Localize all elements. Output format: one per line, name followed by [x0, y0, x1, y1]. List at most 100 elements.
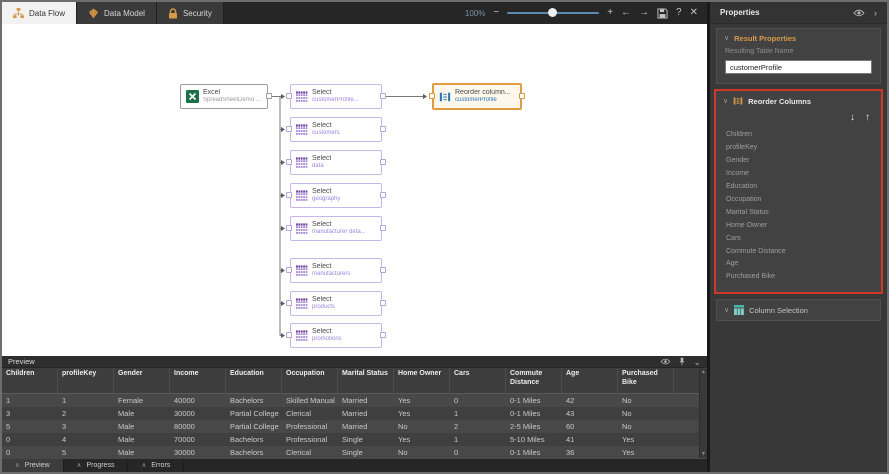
- column-list-item[interactable]: Marital Status: [716, 207, 881, 220]
- node-select-promotions[interactable]: Selectpromotions: [290, 323, 382, 348]
- select-grid-icon: [296, 223, 308, 235]
- output-port[interactable]: [380, 126, 386, 132]
- move-up-button[interactable]: ↑: [865, 112, 870, 123]
- output-port[interactable]: [519, 93, 525, 99]
- column-list-item[interactable]: Cars: [716, 233, 881, 246]
- output-port[interactable]: [380, 300, 386, 306]
- column-list-item[interactable]: Occupation: [716, 194, 881, 207]
- collapse-panel-icon[interactable]: ›: [874, 8, 877, 18]
- node-subtitle: data: [312, 163, 331, 170]
- input-port[interactable]: [429, 93, 435, 99]
- bottom-tab-preview[interactable]: ∧Preview: [2, 458, 64, 472]
- table-cell: Professional: [282, 433, 338, 446]
- table-scrollbar[interactable]: ▲ ▼: [699, 369, 707, 458]
- bottom-tab-progress[interactable]: ∧Progress: [64, 458, 129, 472]
- output-port[interactable]: [380, 332, 386, 338]
- table-header-cell[interactable]: Education: [226, 368, 282, 394]
- node-select-customerprofile[interactable]: SelectcustomerProfile...: [290, 84, 382, 109]
- table-header-cell[interactable]: Purchased Bike: [618, 368, 674, 394]
- column-list-item[interactable]: Age: [716, 258, 881, 271]
- node-select-products[interactable]: Selectproducts: [290, 291, 382, 316]
- table-header-cell[interactable]: Age: [562, 368, 618, 394]
- output-port[interactable]: [380, 267, 386, 273]
- input-port[interactable]: [286, 192, 292, 198]
- input-port[interactable]: [286, 332, 292, 338]
- tab-label: Security: [183, 9, 212, 18]
- save-icon[interactable]: [657, 8, 668, 19]
- node-select-geography[interactable]: Selectgeography: [290, 183, 382, 208]
- chevron-down-icon[interactable]: ∨: [724, 35, 729, 42]
- table-header-cell[interactable]: Children: [2, 368, 58, 394]
- input-port[interactable]: [286, 300, 292, 306]
- node-select-manufacturers[interactable]: Selectmanufacturers: [290, 258, 382, 283]
- column-list-item[interactable]: profileKey: [716, 142, 881, 155]
- table-header-cell[interactable]: Occupation: [282, 368, 338, 394]
- output-port[interactable]: [266, 93, 272, 99]
- scroll-up-icon[interactable]: ▲: [701, 370, 706, 375]
- chevron-up-icon: ∧: [141, 461, 146, 469]
- node-reorder-columns-node[interactable]: Reorder column...customerProfile: [432, 83, 522, 110]
- eye-icon[interactable]: [853, 9, 865, 17]
- table-row[interactable]: 04Male70000BachelorsProfessionalSingleYe…: [2, 433, 707, 446]
- chevron-down-icon[interactable]: ∨: [724, 307, 729, 314]
- column-list-item[interactable]: Children: [716, 129, 881, 142]
- output-port[interactable]: [380, 159, 386, 165]
- scroll-down-icon[interactable]: ▼: [701, 452, 706, 457]
- column-list-item[interactable]: Purchased Bike: [716, 271, 881, 284]
- table-row[interactable]: 11Female40000BachelorsSkilled ManualMarr…: [2, 394, 707, 407]
- resulting-table-name-input[interactable]: [725, 60, 872, 74]
- tab-data-model[interactable]: Data Model: [77, 2, 157, 24]
- column-selection-header[interactable]: ∨ Column Selection: [717, 300, 880, 320]
- input-port[interactable]: [286, 93, 292, 99]
- table-header-cell[interactable]: Gender: [114, 368, 170, 394]
- column-list-item[interactable]: Gender: [716, 155, 881, 168]
- select-grid-icon: [296, 298, 308, 310]
- preview-panel: Preview ⌄ ChildrenprofileKeyGenderIncome…: [2, 356, 707, 458]
- column-list-item[interactable]: Education: [716, 181, 881, 194]
- table-header-cell[interactable]: Income: [170, 368, 226, 394]
- tab-security[interactable]: Security: [157, 2, 224, 24]
- reorder-columns-header[interactable]: ∨ Reorder Columns: [716, 91, 881, 111]
- help-button[interactable]: ?: [676, 8, 682, 18]
- node-excel[interactable]: ExcelSpreadSheetDemo I...: [180, 84, 268, 109]
- output-port[interactable]: [380, 93, 386, 99]
- table-header-cell[interactable]: Marital Status: [338, 368, 394, 394]
- output-port[interactable]: [380, 192, 386, 198]
- eye-icon[interactable]: [660, 358, 671, 365]
- column-list-item[interactable]: Income: [716, 168, 881, 181]
- input-port[interactable]: [286, 159, 292, 165]
- input-port[interactable]: [286, 225, 292, 231]
- bottom-tab-errors[interactable]: ∧Errors: [128, 458, 184, 472]
- column-list-item[interactable]: Commute Distance: [716, 245, 881, 258]
- zoom-slider[interactable]: [507, 12, 599, 14]
- table-header-cell[interactable]: profileKey: [58, 368, 114, 394]
- table-header-cell[interactable]: Home Owner: [394, 368, 450, 394]
- pin-icon[interactable]: [678, 357, 686, 366]
- table-header-cell[interactable]: Commute Distance: [506, 368, 562, 394]
- navigate-back-button[interactable]: ←: [621, 8, 631, 18]
- output-port[interactable]: [380, 225, 386, 231]
- zoom-slider-handle[interactable]: [548, 8, 557, 17]
- table-header-cell[interactable]: Cars: [450, 368, 506, 394]
- node-select-manufacturer-details[interactable]: Selectmanufacturer deta...: [290, 216, 382, 241]
- input-port[interactable]: [286, 126, 292, 132]
- move-down-button[interactable]: ↓: [850, 112, 855, 123]
- navigate-forward-button[interactable]: →: [639, 8, 649, 18]
- table-row[interactable]: 32Male30000Partial CollegeClericalMarrie…: [2, 407, 707, 420]
- tab-data-flow[interactable]: Data Flow: [2, 2, 77, 24]
- zoom-in-button[interactable]: +: [607, 8, 613, 18]
- zoom-level-label: 100%: [465, 9, 485, 18]
- collapse-preview-icon[interactable]: ⌄: [693, 360, 701, 364]
- close-button[interactable]: ✕: [690, 8, 698, 18]
- node-select-data[interactable]: Selectdata: [290, 150, 382, 175]
- result-properties-header[interactable]: ∨ Result Properties: [717, 29, 880, 48]
- table-row[interactable]: 53Male80000Partial CollegeProfessionalMa…: [2, 420, 707, 433]
- node-select-customers[interactable]: Selectcustomers: [290, 117, 382, 142]
- node-subtitle: promotions: [312, 336, 342, 343]
- input-port[interactable]: [286, 267, 292, 273]
- data-flow-canvas[interactable]: ExcelSpreadSheetDemo I... SelectcustomerP…: [2, 24, 707, 356]
- table-row[interactable]: 05Male30000BachelorsClericalSingleNo00-1…: [2, 446, 707, 459]
- chevron-down-icon[interactable]: ∨: [723, 98, 728, 105]
- zoom-out-button[interactable]: −: [493, 8, 499, 18]
- column-list-item[interactable]: Home Owner: [716, 220, 881, 233]
